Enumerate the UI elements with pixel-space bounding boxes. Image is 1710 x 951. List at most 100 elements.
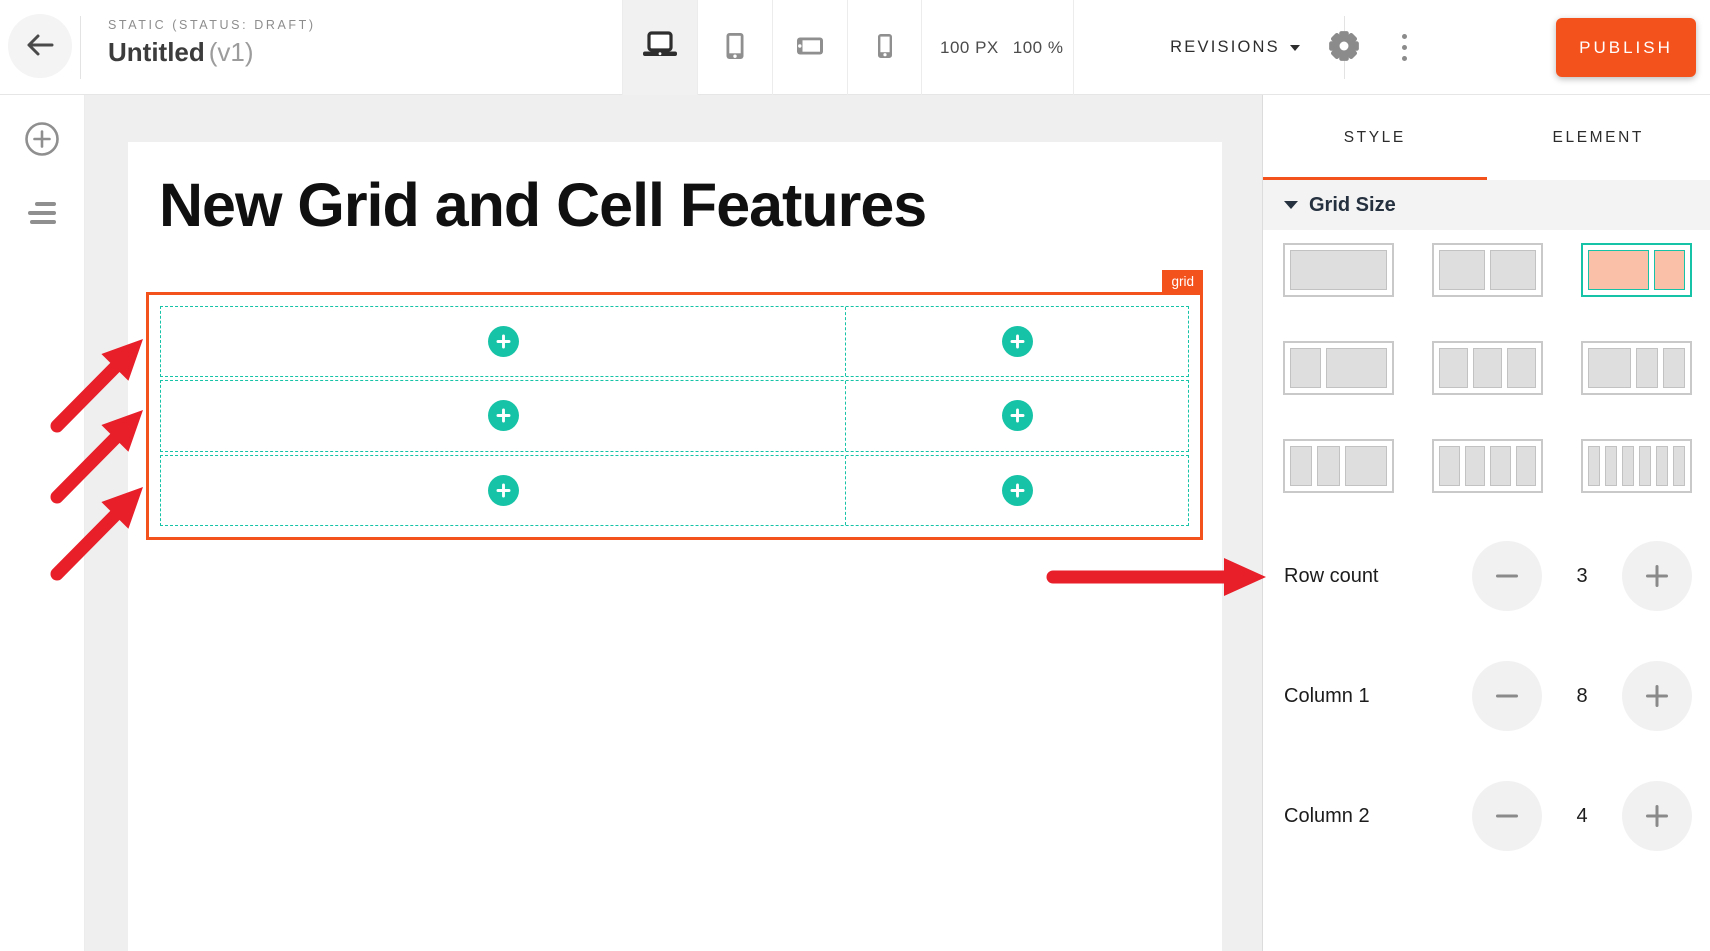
grid-cell[interactable] bbox=[845, 381, 1188, 450]
thumb-cell bbox=[1663, 348, 1685, 388]
grid-layout-option[interactable] bbox=[1283, 439, 1394, 493]
grid-row bbox=[160, 306, 1189, 377]
settings-panel: STYLE ELEMENT Grid Size Row count 3 Column… bbox=[1262, 95, 1710, 951]
grid-layout-option[interactable] bbox=[1432, 243, 1543, 297]
thumb-cell bbox=[1473, 348, 1502, 388]
tab-style[interactable]: STYLE bbox=[1263, 95, 1487, 180]
grid-layout-option[interactable] bbox=[1581, 341, 1692, 395]
decrement-button[interactable] bbox=[1472, 541, 1542, 611]
tablet-portrait-icon bbox=[715, 31, 755, 64]
collapse-triangle-icon bbox=[1284, 201, 1298, 209]
add-element-button[interactable] bbox=[18, 115, 66, 166]
section-title: Grid Size bbox=[1309, 194, 1396, 217]
thumb-cell bbox=[1588, 348, 1631, 388]
stepper-value: 8 bbox=[1542, 685, 1622, 708]
thumb-cell bbox=[1588, 446, 1600, 486]
grid-layout-option[interactable] bbox=[1432, 439, 1543, 493]
stepper-row-column-2: Column 2 4 bbox=[1263, 781, 1710, 851]
plus-icon bbox=[1644, 803, 1670, 829]
grid-layout-option-selected[interactable] bbox=[1581, 243, 1692, 297]
grid-inner bbox=[160, 306, 1189, 526]
kebab-menu-icon bbox=[1402, 34, 1407, 61]
zoom-px-value: 100 PX bbox=[940, 38, 999, 58]
grid-widget-tag: grid bbox=[1162, 270, 1203, 295]
minus-icon bbox=[1494, 803, 1520, 829]
thumb-cell bbox=[1290, 348, 1321, 388]
add-widget-button[interactable] bbox=[1002, 475, 1033, 506]
stepper-value: 3 bbox=[1542, 565, 1622, 588]
add-widget-button[interactable] bbox=[488, 400, 519, 431]
publish-button[interactable]: PUBLISH bbox=[1556, 18, 1696, 77]
thumb-cell bbox=[1317, 446, 1339, 486]
plus-icon bbox=[1009, 333, 1026, 350]
thumb-cell bbox=[1290, 446, 1312, 486]
laptop-icon bbox=[639, 30, 681, 65]
increment-button[interactable] bbox=[1622, 781, 1692, 851]
decrement-button[interactable] bbox=[1472, 781, 1542, 851]
grid-cell[interactable] bbox=[845, 456, 1188, 525]
page-builder-app: STATIC (STATUS: DRAFT) Untitled(v1) bbox=[0, 0, 1710, 951]
device-tablet-landscape-button[interactable] bbox=[772, 0, 847, 95]
back-button[interactable] bbox=[8, 14, 72, 78]
minus-icon bbox=[1494, 563, 1520, 589]
chevron-down-icon bbox=[1290, 45, 1300, 51]
device-desktop-button[interactable] bbox=[622, 0, 697, 95]
thumb-cell bbox=[1465, 446, 1486, 486]
decrement-button[interactable] bbox=[1472, 661, 1542, 731]
grid-row bbox=[160, 380, 1189, 451]
grid-layout-option[interactable] bbox=[1581, 439, 1692, 493]
minus-icon bbox=[1494, 683, 1520, 709]
more-options-button[interactable] bbox=[1378, 0, 1430, 95]
add-circle-icon bbox=[24, 145, 60, 160]
grid-layout-option[interactable] bbox=[1283, 341, 1394, 395]
thumb-cell bbox=[1673, 446, 1685, 486]
thumb-cell bbox=[1439, 348, 1468, 388]
grid-cell[interactable] bbox=[161, 456, 845, 525]
stepper-label: Column 2 bbox=[1284, 805, 1472, 828]
plus-icon bbox=[1009, 482, 1026, 499]
device-phone-button[interactable] bbox=[847, 0, 922, 95]
grid-layout-option[interactable] bbox=[1283, 243, 1394, 297]
increment-button[interactable] bbox=[1622, 541, 1692, 611]
stepper-row-column-1: Column 18 bbox=[1263, 661, 1710, 731]
grid-cell[interactable] bbox=[161, 381, 845, 450]
thumb-cell bbox=[1507, 348, 1536, 388]
document-title-block: STATIC (STATUS: DRAFT) Untitled(v1) bbox=[108, 18, 316, 68]
device-tablet-portrait-button[interactable] bbox=[697, 0, 772, 95]
workspace: New Grid and Cell Features grid STYLE EL… bbox=[0, 95, 1710, 951]
add-widget-button[interactable] bbox=[488, 326, 519, 357]
grid-widget[interactable]: grid bbox=[146, 292, 1203, 540]
panel-tabs: STYLE ELEMENT bbox=[1263, 95, 1710, 180]
increment-button[interactable] bbox=[1622, 661, 1692, 731]
revisions-dropdown[interactable]: REVISIONS bbox=[1140, 0, 1330, 95]
grid-cell[interactable] bbox=[845, 307, 1188, 376]
plus-icon bbox=[1009, 407, 1026, 424]
grid-row bbox=[160, 455, 1189, 526]
thumb-cell bbox=[1345, 446, 1388, 486]
thumb-cell bbox=[1605, 446, 1617, 486]
status-label: STATIC (STATUS: DRAFT) bbox=[108, 18, 316, 32]
divider bbox=[80, 16, 81, 79]
thumb-cell bbox=[1516, 446, 1537, 486]
phone-icon bbox=[865, 31, 905, 64]
device-preview-switcher bbox=[622, 0, 922, 95]
version-label: (v1) bbox=[209, 37, 254, 67]
grid-size-section-header[interactable]: Grid Size bbox=[1263, 180, 1710, 230]
grid-cell[interactable] bbox=[161, 307, 845, 376]
add-widget-button[interactable] bbox=[1002, 400, 1033, 431]
page[interactable]: New Grid and Cell Features grid bbox=[128, 142, 1222, 951]
plus-icon bbox=[1644, 683, 1670, 709]
grid-layout-option[interactable] bbox=[1432, 341, 1543, 395]
settings-button[interactable] bbox=[1318, 0, 1370, 95]
thumb-cell bbox=[1490, 250, 1536, 290]
page-heading[interactable]: New Grid and Cell Features bbox=[159, 170, 926, 240]
add-widget-button[interactable] bbox=[1002, 326, 1033, 357]
outline-button[interactable] bbox=[22, 166, 62, 230]
thumb-cell bbox=[1290, 250, 1387, 290]
tab-element[interactable]: ELEMENT bbox=[1487, 95, 1710, 180]
stepper-value: 4 bbox=[1542, 805, 1622, 828]
canvas: New Grid and Cell Features grid bbox=[85, 95, 1262, 951]
gear-icon bbox=[1327, 29, 1361, 66]
stepper-label: Row count bbox=[1284, 565, 1472, 588]
add-widget-button[interactable] bbox=[488, 475, 519, 506]
